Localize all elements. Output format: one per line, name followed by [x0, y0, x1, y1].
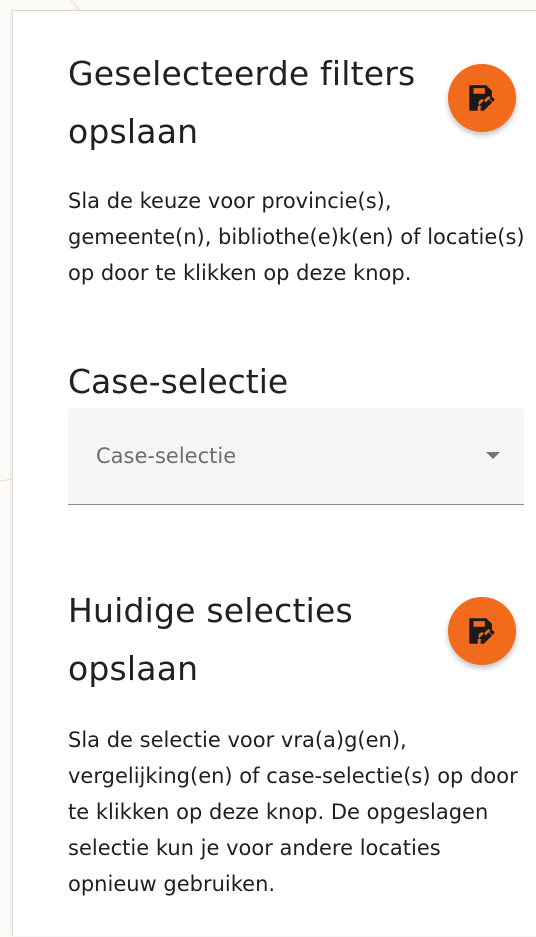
- save-filters-description: Sla de keuze voor provincie(s), gemeente…: [68, 189, 525, 285]
- dropdown-arrow-icon: [486, 452, 500, 459]
- save-edit-icon: [469, 618, 495, 644]
- save-selections-description: Sla de selectie voor vra(a)g(en), vergel…: [68, 728, 518, 896]
- save-edit-icon: [469, 85, 495, 111]
- save-selections-title: Huidige selecties opslaan: [68, 591, 353, 688]
- side-panel: Geselecteerde filters opslaan Sla de keu…: [12, 10, 536, 936]
- save-filters-title: Geselecteerde filters opslaan: [68, 54, 416, 151]
- case-selection-title: Case-selectie: [68, 362, 289, 401]
- save-filters-button[interactable]: [448, 64, 516, 132]
- case-selection-select[interactable]: Case-selectie: [68, 408, 524, 505]
- case-selection-placeholder: Case-selectie: [96, 444, 237, 468]
- page: Geselecteerde filters opslaan Sla de keu…: [0, 0, 536, 937]
- save-selections-button[interactable]: [448, 597, 516, 665]
